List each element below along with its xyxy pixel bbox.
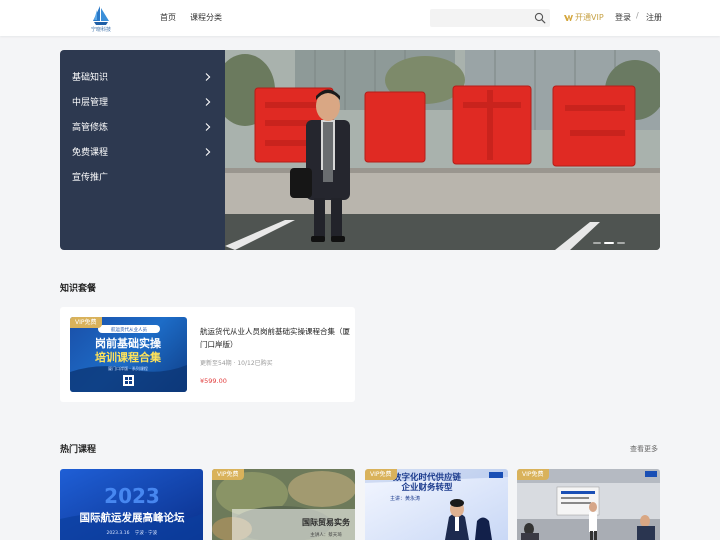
banner-photo <box>225 50 660 250</box>
course-card[interactable]: VIP免费 国际贸易实务 主讲人：蔡天琦 <box>212 469 355 540</box>
course-card[interactable]: 2023 国际航运发展高峰论坛 2023.3.16 宁波 · 宁波 <box>60 469 203 540</box>
cover-subtitle: 厦门口岸版 · 系列课程 <box>108 365 148 371</box>
slide-dot[interactable] <box>617 242 625 244</box>
banner-slide[interactable] <box>225 50 660 250</box>
course-title: 国际航运发展高峰论坛 <box>80 511 185 524</box>
course-card[interactable]: VIP免费 <box>517 469 660 540</box>
course-date: 2023.3.16 <box>107 530 130 536</box>
login-link[interactable]: 登录 <box>615 12 631 23</box>
nav-home[interactable]: 首页 <box>160 12 176 23</box>
chevron-right-icon <box>205 122 211 131</box>
course-subtitle: 企业财务转型 <box>400 482 453 493</box>
category-label: 免费课程 <box>72 148 109 158</box>
register-link[interactable]: 注册 <box>646 12 662 23</box>
nav-course-category[interactable]: 课程分类 <box>190 12 222 23</box>
chevron-right-icon <box>205 97 211 106</box>
package-cover-art: 航运货代从业人员 岗前基础实操 培训课程合集 厦门口岸版 · 系列课程 <box>70 325 187 392</box>
cover-title-1: 岗前基础实操 <box>95 336 162 350</box>
view-more-link[interactable]: 查看更多 <box>630 444 658 454</box>
package-meta: 更新至54期 · 10/12已购买 <box>200 360 273 367</box>
course-title: 国际贸易实务 <box>302 517 351 527</box>
category-label: 高管修炼 <box>72 123 109 133</box>
upgrade-vip-link[interactable]: 开通VIP <box>564 12 604 23</box>
vip-free-badge: VIP免费 <box>365 469 397 480</box>
logo-text: 宁晓科技 <box>90 27 111 33</box>
search-input[interactable] <box>430 13 526 31</box>
package-thumbnail[interactable]: VIP免费 航运货代从业人员 岗前基础实操 培训课程合集 厦门口岸版 · 系列课… <box>70 317 187 392</box>
slide-dot-active[interactable] <box>604 242 614 244</box>
course-year: 2023 <box>104 484 160 508</box>
cover-title-2: 培训课程合集 <box>95 350 162 364</box>
category-basic-knowledge[interactable]: 基础知识 <box>60 64 225 89</box>
search-icon[interactable] <box>534 12 546 24</box>
category-free-courses[interactable]: 免费课程 <box>60 139 225 164</box>
hot-courses-title: 热门课程 <box>60 445 97 455</box>
course-speaker: 主讲人：蔡天琦 <box>310 531 342 538</box>
category-promotion[interactable]: 宣传推广 <box>60 164 225 189</box>
top-header: 宁晓科技 首页 课程分类 开通VIP 登录 / 注册 <box>0 0 720 36</box>
package-card[interactable]: VIP免费 航运货代从业人员 岗前基础实操 培训课程合集 厦门口岸版 · 系列课… <box>60 307 355 402</box>
ship-logo-icon <box>93 6 109 25</box>
course-speaker: 主讲：黄永涛 <box>390 495 420 502</box>
cover-header-text: 航运货代从业人员 <box>111 326 147 333</box>
vip-free-badge: VIP免费 <box>212 469 244 480</box>
banner-area: 基础知识 中层管理 高管修炼 免费课程 宣传推广 <box>60 50 660 250</box>
course-card[interactable]: VIP免费 数字化时代供应链 企业财务转型 主讲：黄永涛 <box>365 469 508 540</box>
knowledge-section-title: 知识套餐 <box>60 284 97 294</box>
category-executive-training[interactable]: 高管修炼 <box>60 114 225 139</box>
category-label: 基础知识 <box>72 73 109 83</box>
package-price: ¥599.00 <box>200 377 227 385</box>
course-place: 宁波 · 宁波 <box>135 529 158 536</box>
auth-separator: / <box>636 11 639 20</box>
category-menu: 基础知识 中层管理 高管修炼 免费课程 宣传推广 <box>60 50 225 250</box>
category-label: 中层管理 <box>72 98 109 108</box>
course-cover: 2023 国际航运发展高峰论坛 2023.3.16 宁波 · 宁波 <box>60 469 203 540</box>
slide-dot[interactable] <box>593 242 601 244</box>
vip-free-badge: VIP免费 <box>517 469 549 480</box>
course-title: 数字化时代供应链 <box>393 472 462 483</box>
package-title[interactable]: 航运货代从业人员岗前基础实操课程合集（厦门口岸版） <box>200 325 350 351</box>
slide-indicator <box>593 242 625 244</box>
category-label: 宣传推广 <box>72 173 109 183</box>
vip-label: 开通VIP <box>575 13 604 22</box>
site-logo[interactable]: 宁晓科技 <box>88 4 114 33</box>
vip-crown-icon <box>564 14 573 21</box>
vip-free-badge: VIP免费 <box>70 317 102 328</box>
category-middle-management[interactable]: 中层管理 <box>60 89 225 114</box>
search-box <box>430 9 550 31</box>
chevron-right-icon <box>205 147 211 156</box>
chevron-right-icon <box>205 72 211 81</box>
